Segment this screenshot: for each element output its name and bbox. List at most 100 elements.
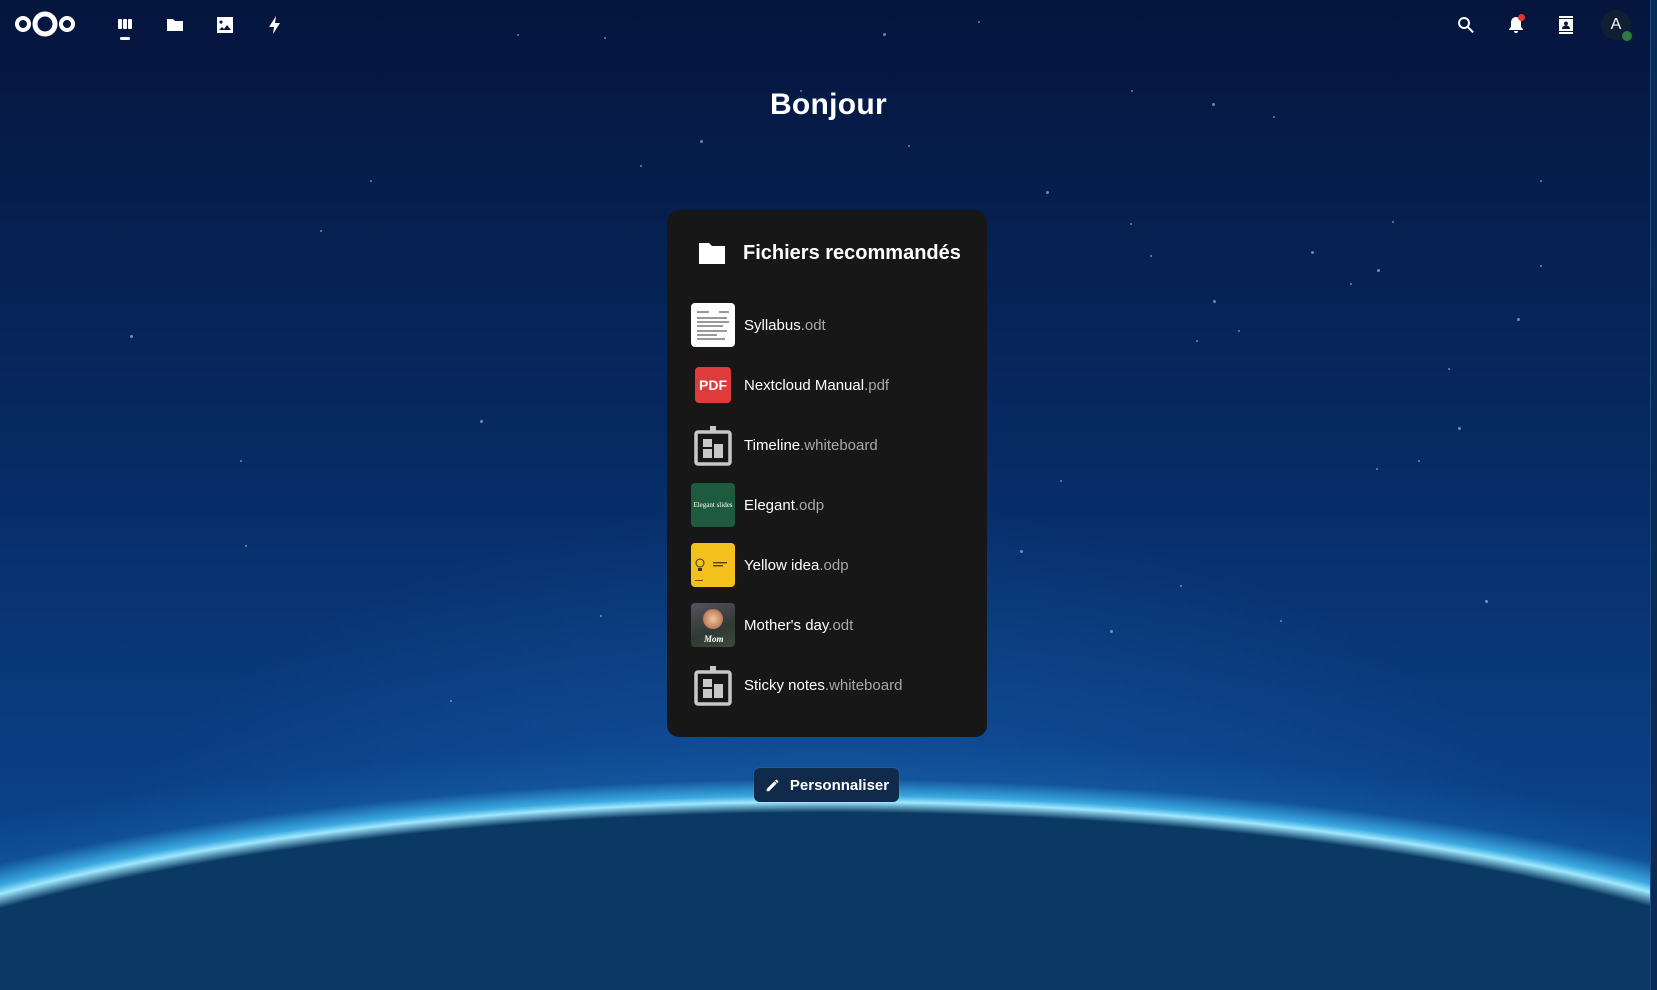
file-extension: .pdf [864,376,890,394]
whiteboard-icon [694,666,732,706]
star [1376,468,1378,470]
whiteboard-thumbnail [691,663,735,707]
star [1213,300,1216,303]
file-extension: .odt [828,616,854,634]
star [640,165,642,167]
file-basename: Nextcloud Manual [744,376,865,394]
star [1392,221,1394,223]
file-item-yellow-idea[interactable]: Yellow idea.odp [691,543,971,587]
presentation-thumbnail [691,543,735,587]
whiteboard-icon [694,426,732,466]
file-basename: Yellow idea [744,556,820,574]
app-files[interactable] [150,0,200,50]
file-item-elegant[interactable]: Elegant slides Elegant.odp [691,483,971,527]
file-extension: .whiteboard [824,676,903,694]
star [700,140,703,143]
star [370,180,372,182]
file-basename: Timeline [744,436,801,454]
file-basename: Sticky notes [744,676,825,694]
presentation-thumbnail: Elegant slides [691,483,735,527]
file-name: Sticky notes.whiteboard [744,677,902,694]
file-list: Syllabus.odt PDF Nextcloud Manual.pdf Ti… [691,303,971,723]
file-name: Mother's day.odt [744,617,853,634]
star [1180,585,1182,587]
contacts-button[interactable] [1541,0,1591,50]
star [1540,265,1542,267]
widget-header: Fichiers recommandés [697,238,961,268]
file-item-timeline[interactable]: Timeline.whiteboard [691,423,971,467]
file-basename: Syllabus [744,316,801,334]
top-header: A [0,0,1657,50]
header-right-menu: A [1441,0,1641,50]
star [1540,180,1542,182]
widget-title: Fichiers recommandés [743,241,961,264]
star [480,420,483,423]
star [1311,251,1314,254]
lightning-icon [269,16,280,34]
file-name: Nextcloud Manual.pdf [744,377,889,394]
app-dashboard[interactable] [100,0,150,50]
avatar: A [1601,10,1634,43]
flower-image [703,609,723,629]
star [1448,368,1450,370]
star [1485,600,1488,603]
online-status-dot [1620,29,1634,43]
star [245,545,247,547]
file-basename: Mother's day [744,616,829,634]
star [1458,427,1461,430]
star [1130,223,1132,225]
notification-dot [1518,14,1525,21]
greeting-title: Bonjour [769,88,888,121]
nextcloud-logo[interactable] [14,9,76,39]
lightbulb-icon [695,558,727,581]
user-menu[interactable]: A [1591,0,1641,50]
file-name: Yellow idea.odp [744,557,849,574]
star [130,335,133,338]
star [320,230,322,232]
star [1238,330,1240,332]
contacts-icon [1559,16,1573,34]
pdf-icon: PDF [695,367,731,403]
customize-button[interactable]: Personnaliser [754,768,899,802]
whiteboard-thumbnail [691,423,735,467]
avatar-initial: A [1610,16,1622,33]
file-item-sticky-notes[interactable]: Sticky notes.whiteboard [691,663,971,707]
star [240,460,242,462]
file-item-syllabus[interactable]: Syllabus.odt [691,303,971,347]
thumbnail-caption: Mom [704,634,724,644]
search-icon [1458,17,1474,33]
star [908,145,910,147]
file-extension: .odp [794,496,825,514]
file-extension: .odp [819,556,849,574]
star [1110,630,1113,633]
recommended-files-widget: Fichiers recommandés Syllabus.odt PDF Ne… [667,210,987,737]
file-name: Syllabus.odt [744,317,826,334]
file-extension: .odt [800,316,826,334]
star [1280,620,1282,622]
file-extension: .whiteboard [800,436,878,454]
document-thumbnail [691,303,735,347]
active-app-indicator [120,37,130,40]
app-photos[interactable] [200,0,250,50]
customize-label: Personnaliser [789,776,890,794]
dashboard-icon [118,19,132,29]
folder-icon [699,243,725,264]
pencil-icon [766,779,779,792]
file-item-nextcloud-manual[interactable]: PDF Nextcloud Manual.pdf [691,363,971,407]
star [450,700,452,702]
file-name: Timeline.whiteboard [744,437,878,454]
search-button[interactable] [1441,0,1491,50]
app-activity[interactable] [250,0,300,50]
star [1418,460,1420,462]
folder-icon [167,19,183,31]
image-icon [217,17,233,33]
notifications-button[interactable] [1491,0,1541,50]
star [600,615,602,617]
file-name: Elegant.odp [744,497,824,514]
star [1150,255,1152,257]
file-item-mothers-day[interactable]: Mom Mother's day.odt [691,603,971,647]
star [1517,318,1520,321]
star [1060,480,1062,482]
document-thumbnail: Mom [691,603,735,647]
app-navigation [100,0,300,50]
